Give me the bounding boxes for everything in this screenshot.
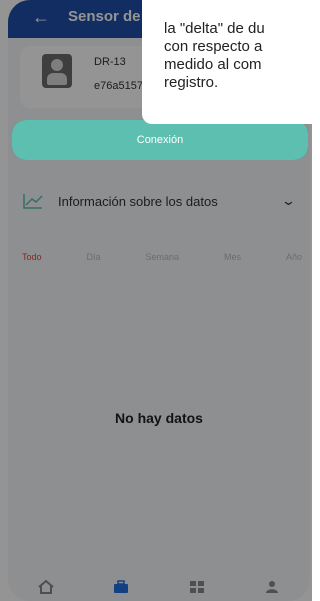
tooltip-line: medido al com: [164, 56, 262, 73]
tooltip-popup: la "delta" de du con respecto a medido a…: [142, 0, 312, 124]
tooltip-line: la "delta" de du: [164, 20, 265, 37]
tooltip-line: con respecto a: [164, 38, 263, 55]
connect-highlight-label: Conexión: [136, 134, 184, 146]
connect-button-highlight[interactable]: Conexión: [12, 120, 308, 160]
tooltip-line: registro.: [164, 74, 219, 91]
